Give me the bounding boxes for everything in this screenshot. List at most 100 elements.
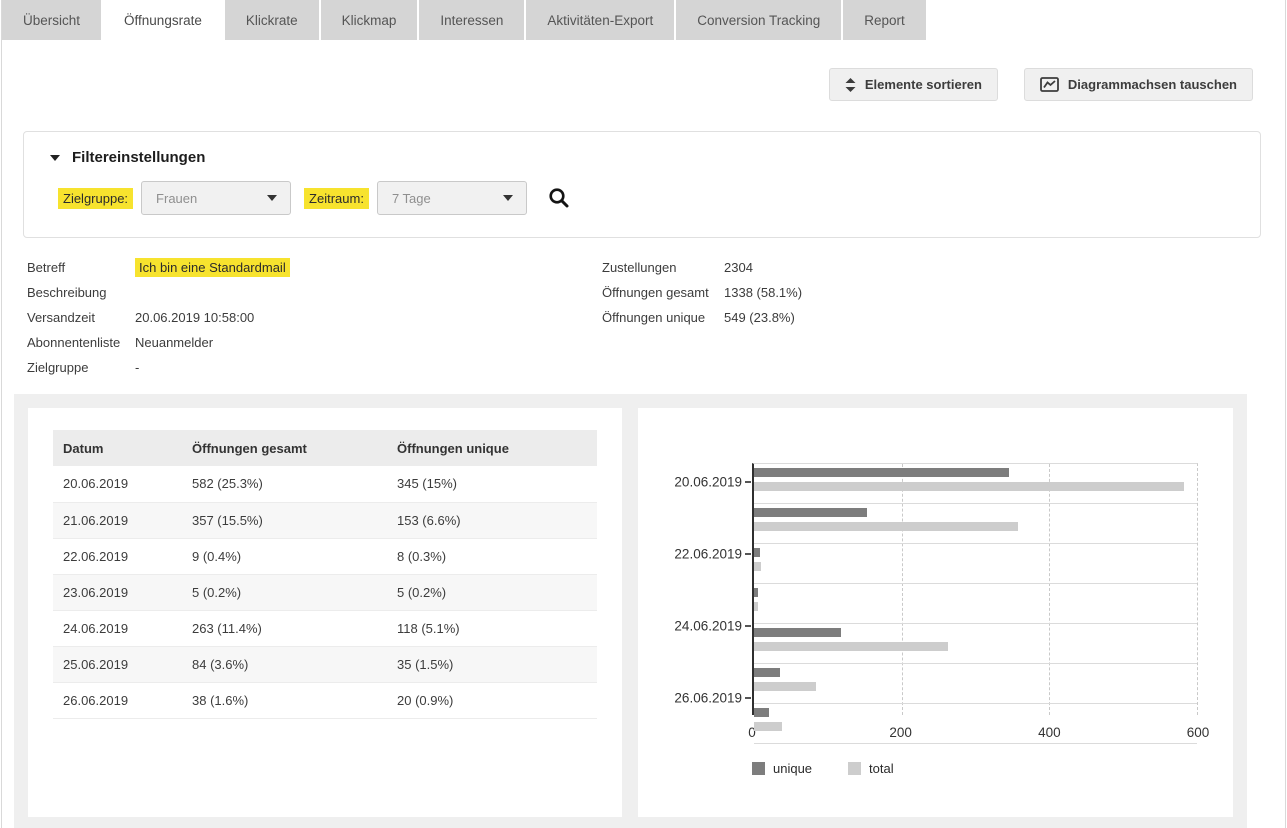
detail-value: 1338 (58.1%): [724, 285, 802, 300]
bar-total: [754, 682, 816, 691]
bar-unique: [754, 708, 769, 717]
search-button[interactable]: [548, 187, 570, 209]
mailing-details: BetreffIch bin eine StandardmailBeschrei…: [2, 255, 1285, 380]
filter-controls: Zielgruppe:FrauenZeitraum:7 Tage: [58, 181, 1260, 215]
detail-value: -: [135, 360, 139, 375]
table-cell: 9 (0.4%): [182, 538, 387, 574]
ytick-mark: [745, 697, 751, 699]
bar-unique: [754, 468, 1009, 477]
dropdown-zielgruppe[interactable]: Frauen: [141, 181, 291, 215]
table-cell: 84 (3.6%): [182, 646, 387, 682]
table-row: 25.06.201984 (3.6%)35 (1.5%): [53, 646, 597, 682]
detail-label: Zustellungen: [602, 260, 724, 275]
table-cell: 26.06.2019: [53, 682, 182, 718]
openings-table: DatumÖffnungen gesamtÖffnungen unique 20…: [53, 430, 597, 719]
detail-label: Öffnungen gesamt: [602, 285, 724, 300]
chart-group-23-06-2019: [754, 588, 1197, 624]
ytick-label: 26.06.2019: [638, 691, 742, 706]
ytick-label: 22.06.2019: [638, 547, 742, 562]
filter-panel: Filtereinstellungen Zielgruppe:FrauenZei…: [23, 131, 1261, 238]
ytick-mark: [745, 553, 751, 555]
table-row: 21.06.2019357 (15.5%)153 (6.6%): [53, 502, 597, 538]
ytick-label: 24.06.2019: [638, 619, 742, 634]
bar-unique: [754, 628, 841, 637]
filter-title: Filtereinstellungen: [72, 149, 205, 166]
dropdown-zeitraum[interactable]: 7 Tage: [377, 181, 527, 215]
ytick-mark: [745, 625, 751, 627]
details-right: Zustellungen2304Öffnungen gesamt1338 (58…: [602, 255, 802, 330]
table-cell: 25.06.2019: [53, 646, 182, 682]
detail-value: 20.06.2019 10:58:00: [135, 310, 254, 325]
detail-label: Beschreibung: [27, 285, 135, 300]
tab-aktivit-ten-export[interactable]: Aktivitäten-Export: [526, 0, 674, 40]
legend-item-unique: unique: [752, 761, 812, 776]
chart-group-22-06-2019: [754, 548, 1197, 584]
tab-interessen[interactable]: Interessen: [419, 0, 524, 40]
detail-label: Zielgruppe: [27, 360, 135, 375]
chart-group-25-06-2019: [754, 668, 1197, 704]
detail-label: Betreff: [27, 260, 135, 275]
tab-ffnungsrate[interactable]: Öffnungsrate: [103, 0, 223, 40]
detail-row-zustellungen: Zustellungen2304: [602, 255, 802, 280]
detail-label: Versandzeit: [27, 310, 135, 325]
swap-chart-axes-label: Diagrammachsen tauschen: [1068, 77, 1237, 92]
openings-chart-panel: 20.06.201922.06.201924.06.201926.06.2019…: [638, 408, 1233, 817]
bar-total: [754, 642, 948, 651]
openings-table-panel: DatumÖffnungen gesamtÖffnungen unique 20…: [28, 408, 622, 817]
table-header-row: DatumÖffnungen gesamtÖffnungen unique: [53, 430, 597, 466]
line-chart-icon: [1040, 77, 1059, 93]
table-body: 20.06.2019582 (25.3%)345 (15%)21.06.2019…: [53, 466, 597, 718]
detail-label: Abonnentenliste: [27, 335, 135, 350]
table-cell: 357 (15.5%): [182, 502, 387, 538]
sort-elements-button[interactable]: Elemente sortieren: [829, 68, 998, 101]
tab-report[interactable]: Report: [843, 0, 926, 40]
detail-value: Ich bin eine Standardmail: [135, 258, 290, 277]
openings-chart: 20.06.201922.06.201924.06.201926.06.2019…: [752, 463, 1198, 776]
bar-unique: [754, 588, 758, 597]
detail-value: 2304: [724, 260, 753, 275]
table-cell: 5 (0.2%): [387, 574, 597, 610]
legend-item-total: total: [848, 761, 894, 776]
table-row: 22.06.20199 (0.4%)8 (0.3%): [53, 538, 597, 574]
bar-unique: [754, 668, 780, 677]
table-column-header: Datum: [53, 430, 182, 466]
dropdown-value: 7 Tage: [392, 191, 503, 206]
detail-row-ffnungen-gesamt: Öffnungen gesamt1338 (58.1%): [602, 280, 802, 305]
page: ÜbersichtÖffnungsrateKlickrateKlickmapIn…: [1, 0, 1286, 828]
tab-conversion-tracking[interactable]: Conversion Tracking: [676, 0, 841, 40]
table-cell: 20.06.2019: [53, 466, 182, 502]
tab-bersicht[interactable]: Übersicht: [2, 0, 101, 40]
chart-group-26-06-2019: [754, 708, 1197, 744]
tab-klickrate[interactable]: Klickrate: [225, 0, 319, 40]
legend-swatch: [848, 762, 861, 775]
ytick-label: 20.06.2019: [638, 475, 742, 490]
ytick-mark: [745, 481, 751, 483]
table-row: 23.06.20195 (0.2%)5 (0.2%): [53, 574, 597, 610]
table-cell: 8 (0.3%): [387, 538, 597, 574]
dropdown-value: Frauen: [156, 191, 267, 206]
detail-value: Neuanmelder: [135, 335, 213, 350]
detail-row-abonnentenliste: AbonnentenlisteNeuanmelder: [27, 330, 1285, 355]
bar-total: [754, 722, 782, 731]
bar-total: [754, 602, 758, 611]
detail-row-ffnungen-unique: Öffnungen unique549 (23.8%): [602, 305, 802, 330]
table-row: 26.06.201938 (1.6%)20 (0.9%): [53, 682, 597, 718]
legend-label: unique: [773, 761, 812, 776]
chart-legend: unique total: [752, 761, 1198, 776]
table-cell: 24.06.2019: [53, 610, 182, 646]
swap-chart-axes-button[interactable]: Diagrammachsen tauschen: [1024, 68, 1253, 101]
chart-group-20-06-2019: [754, 468, 1197, 504]
bar-total: [754, 482, 1184, 491]
chart-group-21-06-2019: [754, 508, 1197, 544]
table-column-header: Öffnungen unique: [387, 430, 597, 466]
table-cell: 20 (0.9%): [387, 682, 597, 718]
bar-unique: [754, 548, 760, 557]
collapse-triangle-icon: [50, 155, 60, 161]
filter-collapse-toggle[interactable]: Filtereinstellungen: [50, 149, 1260, 166]
table-cell: 35 (1.5%): [387, 646, 597, 682]
table-cell: 345 (15%): [387, 466, 597, 502]
chart-plot: 20.06.201922.06.201924.06.201926.06.2019: [752, 463, 1198, 715]
table-row: 24.06.2019263 (11.4%)118 (5.1%): [53, 610, 597, 646]
tab-klickmap[interactable]: Klickmap: [321, 0, 418, 40]
chart-group-24-06-2019: [754, 628, 1197, 664]
